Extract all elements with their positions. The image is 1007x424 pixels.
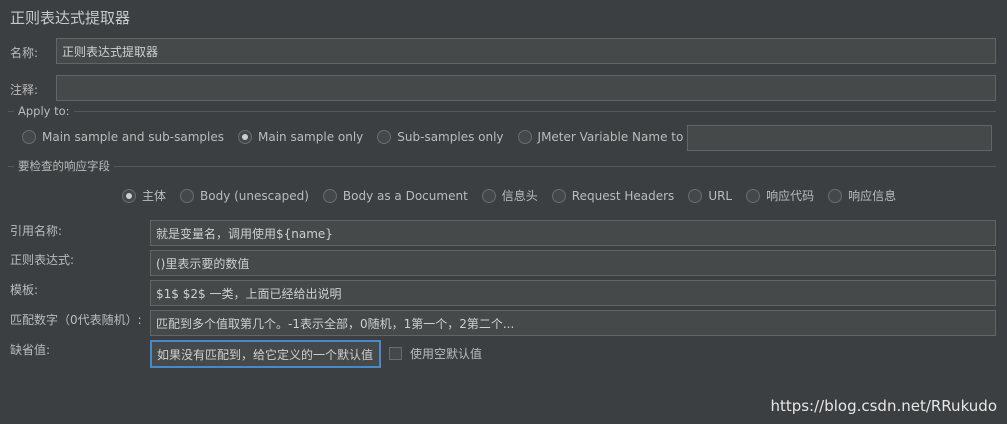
response-field-radio-group: 主体 Body (unescaped) Body as a Document 信… (122, 187, 910, 204)
radio-selected-icon (237, 130, 252, 144)
radio-main-only[interactable]: Main sample only (237, 130, 363, 144)
default-input[interactable]: 如果没有匹配到，给它定义的一个默认值 (150, 340, 381, 368)
radio-headers[interactable]: 信息头 (481, 187, 538, 204)
ref-name-label: 引用名称: (10, 224, 63, 238)
template-input[interactable]: $1$ $2$ 一类，上面已经给出说明 (150, 280, 996, 306)
radio-circle-icon (551, 188, 566, 203)
radio-body[interactable]: 主体 (122, 187, 166, 204)
radio-main-and-sub[interactable]: Main sample and sub-samples (22, 130, 224, 144)
radio-url[interactable]: URL (688, 188, 732, 203)
apply-to-divider (8, 111, 996, 112)
apply-to-radio-group: Main sample and sub-samples Main sample … (22, 130, 722, 144)
match-no-label: 匹配数字（0代表随机）: (10, 313, 142, 327)
response-field-divider (8, 166, 996, 167)
radio-selected-icon (122, 188, 136, 203)
radio-response-code[interactable]: 响应代码 (746, 187, 814, 204)
checkbox-icon (389, 347, 402, 360)
radio-circle-icon (481, 188, 496, 203)
watermark: https://blog.csdn.net/RRukudo (770, 397, 997, 415)
radio-circle-icon (180, 188, 195, 203)
apply-to-title: Apply to: (14, 104, 74, 118)
radio-response-message[interactable]: 响应信息 (828, 187, 896, 204)
regex-input[interactable]: ()里表示要的数值 (150, 250, 996, 276)
response-field-title: 要检查的响应字段 (14, 158, 114, 174)
panel-title: 正则表达式提取器 (10, 9, 131, 27)
radio-circle-icon (517, 130, 532, 144)
template-label: 模板: (10, 283, 39, 297)
radio-circle-icon (746, 188, 761, 203)
use-empty-default-checkbox[interactable]: 使用空默认值 (389, 345, 482, 362)
name-input[interactable]: 正则表达式提取器 (56, 38, 996, 64)
radio-circle-icon (377, 130, 392, 144)
radio-circle-icon (828, 188, 843, 203)
name-label: 名称: (10, 46, 39, 60)
ref-name-input[interactable]: 就是变量名，调用使用${name} (150, 220, 996, 246)
radio-circle-icon (688, 188, 703, 203)
radio-jmeter-variable[interactable]: JMeter Variable Name to use (517, 130, 708, 144)
radio-request-headers[interactable]: Request Headers (551, 188, 674, 203)
match-no-input[interactable]: 匹配到多个值取第几个。-1表示全部，0随机，1第一个，2第二个... (150, 310, 996, 336)
comment-label: 注释: (10, 83, 39, 97)
regex-label: 正则表达式: (10, 253, 75, 267)
default-label: 缺省值: (10, 343, 51, 357)
comment-input[interactable] (56, 75, 996, 101)
radio-body-unescaped[interactable]: Body (unescaped) (180, 188, 309, 203)
radio-circle-icon (322, 188, 337, 203)
radio-sub-only[interactable]: Sub-samples only (377, 130, 504, 144)
jmeter-variable-input[interactable] (687, 125, 992, 151)
radio-body-as-document[interactable]: Body as a Document (322, 188, 468, 203)
radio-circle-icon (22, 130, 36, 144)
